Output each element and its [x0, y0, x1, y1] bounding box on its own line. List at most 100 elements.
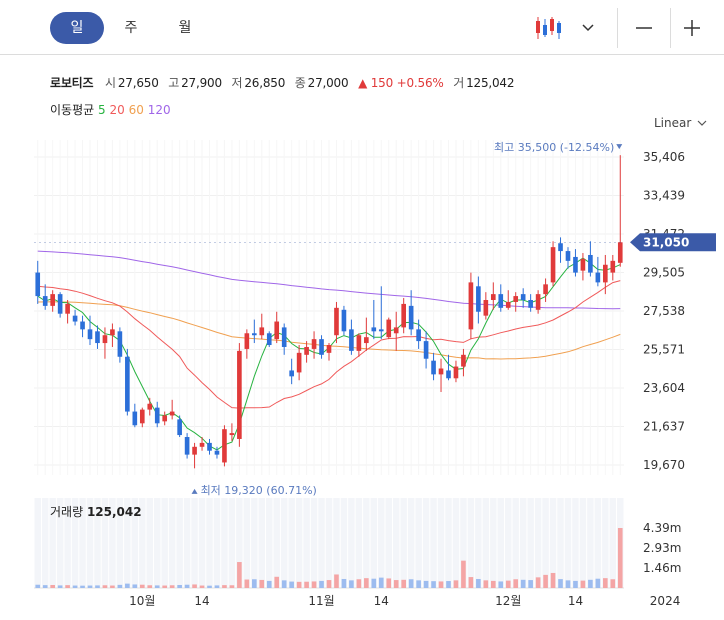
candle-body — [535, 294, 541, 310]
volume-column-bg — [34, 498, 41, 588]
candle-body — [154, 407, 160, 424]
volume-bar — [311, 581, 317, 588]
volume-column-bg — [490, 498, 497, 588]
low-marker-icon — [191, 488, 198, 494]
volume-bar — [378, 577, 384, 588]
volume-column-bg — [153, 498, 161, 588]
volume-bar — [490, 580, 496, 588]
price-tick-label: 21,637 — [643, 420, 685, 434]
candle-body — [453, 366, 459, 379]
volume-bar — [222, 585, 227, 588]
candle-body — [565, 251, 571, 261]
candle-body — [65, 303, 70, 314]
candle-body — [573, 256, 578, 273]
low-annotation: 최저 19,320 (60.71%) — [201, 484, 317, 497]
volume-tick-label: 2.93m — [643, 541, 681, 555]
volume-column-bg — [258, 498, 266, 588]
volume-bar — [184, 584, 190, 588]
candle-body — [192, 446, 197, 455]
volume-bar — [132, 584, 138, 588]
volume-bar — [72, 585, 78, 588]
volume-column-bg — [146, 498, 153, 588]
volume-bar — [565, 580, 571, 588]
candle-body — [229, 433, 235, 436]
candle-body — [259, 327, 265, 336]
volume-column-bg — [340, 498, 348, 588]
volume-column-bg — [482, 498, 490, 588]
candle-body — [125, 356, 130, 412]
candle-body — [244, 333, 250, 349]
candle-body — [162, 415, 168, 422]
volume-column-bg — [430, 498, 437, 588]
volume-bar — [364, 578, 369, 588]
volume-column-bg — [594, 498, 602, 588]
volume-column-bg — [415, 498, 422, 588]
candle-body — [80, 321, 85, 330]
volume-column-bg — [176, 498, 183, 588]
time-tick-label: 14 — [568, 594, 583, 608]
candle-body — [558, 243, 563, 252]
candle-body — [147, 403, 153, 410]
candle-body — [364, 337, 369, 344]
volume-column-bg — [161, 498, 168, 588]
candle-body — [505, 301, 511, 308]
volume-column-bg — [497, 498, 505, 588]
candle-body — [401, 303, 406, 328]
volume-column-bg — [243, 498, 251, 588]
volume-bar — [65, 585, 70, 588]
candle-body — [102, 335, 108, 344]
volume-bar — [214, 585, 220, 588]
volume-column-bg — [191, 498, 198, 588]
volume-bar — [573, 580, 578, 588]
volume-column-bg — [467, 498, 475, 588]
candle-body — [423, 341, 429, 359]
candle-body — [319, 339, 324, 355]
volume-bar — [513, 579, 519, 588]
time-tick-label: 11월 — [308, 594, 334, 608]
candle-body — [386, 319, 392, 338]
volume-bar — [252, 579, 257, 588]
volume-column-bg — [198, 498, 206, 588]
candle-body — [35, 272, 41, 297]
candle-body — [274, 321, 280, 340]
volume-bar — [147, 585, 153, 588]
volume-bar — [102, 585, 108, 588]
volume-bar — [453, 580, 459, 588]
volume-bar — [431, 581, 436, 588]
volume-bar — [498, 581, 504, 588]
high-marker-icon — [616, 144, 623, 150]
volume-column-bg — [385, 498, 392, 588]
volume-column-bg — [422, 498, 430, 588]
volume-bar — [266, 580, 272, 588]
volume-bar — [408, 579, 414, 588]
time-tick-label: 2024 — [650, 594, 681, 608]
price-chart: 35,40633,43931,47229,50527,53825,57123,6… — [34, 140, 716, 608]
volume-bar — [326, 580, 332, 588]
price-tick-label: 29,505 — [643, 266, 685, 280]
volume-bar — [341, 578, 347, 588]
candle-body — [207, 442, 212, 451]
volume-column-bg — [206, 498, 213, 588]
price-tick-label: 25,571 — [643, 343, 685, 357]
candle-body — [95, 331, 100, 344]
volume-bar — [423, 580, 429, 588]
volume-column-bg — [609, 498, 617, 588]
volume-column-bg — [475, 498, 482, 588]
candle-body — [617, 242, 623, 263]
high-annotation: 최고 35,500 (-12.54%) — [494, 141, 614, 154]
volume-bar — [528, 580, 533, 588]
candle-body — [177, 419, 182, 436]
candle-body — [57, 294, 63, 314]
price-tick-label: 23,604 — [643, 381, 685, 395]
volume-bar — [42, 585, 48, 588]
volume-column-bg — [527, 498, 534, 588]
volume-bar — [550, 572, 556, 588]
time-tick-label: 14 — [374, 594, 389, 608]
candle-body — [408, 305, 414, 330]
volume-column-bg — [392, 498, 400, 588]
volume-column-bg — [41, 498, 49, 588]
candle-body — [371, 327, 377, 332]
volume-bar — [371, 578, 377, 588]
volume-bar — [446, 581, 451, 588]
volume-column-bg — [370, 498, 378, 588]
